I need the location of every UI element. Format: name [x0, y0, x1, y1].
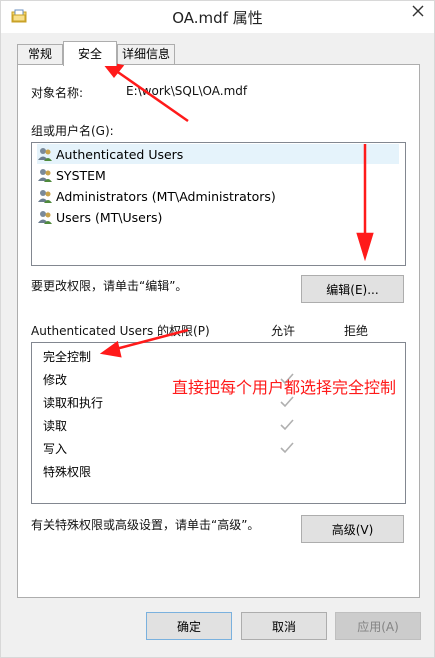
list-item[interactable]: Authenticated Users — [37, 144, 399, 164]
permission-row-modify: 修改 — [43, 373, 68, 387]
apply-button[interactable]: 应用(A) — [335, 612, 421, 640]
annotation-text: 直接把每个用户都选择完全控制 — [172, 378, 397, 397]
permissions-list: 完全控制 修改 读取和执行 读取 写入 特殊权限 — [31, 342, 406, 504]
permissions-header: Authenticated Users 的权限(P) — [31, 324, 210, 338]
deny-column-header: 拒绝 — [344, 324, 369, 338]
change-permissions-hint: 要更改权限，请单击“编辑”。 — [31, 279, 188, 293]
user-group-icon — [38, 148, 52, 161]
tab-details[interactable]: 详细信息 — [117, 44, 175, 65]
checkmark-icon — [280, 419, 294, 431]
properties-window: OA.mdf 属性 常规 安全 详细信息 对象名称: E:\work\SQL\O… — [0, 0, 435, 658]
list-item[interactable]: Users (MT\Users) — [37, 207, 162, 227]
list-item-label: Administrators (MT\Administrators) — [56, 188, 276, 204]
advanced-hint: 有关特殊权限或高级设置，请单击“高级”。 — [31, 518, 260, 532]
permission-row-read: 读取 — [43, 419, 68, 433]
window-title: OA.mdf 属性 — [172, 9, 263, 27]
list-item[interactable]: Administrators (MT\Administrators) — [37, 186, 276, 206]
permission-row-full-control: 完全控制 — [43, 350, 92, 364]
edit-button[interactable]: 编辑(E)... — [301, 275, 404, 303]
object-name-value: E:\work\SQL\OA.mdf — [126, 84, 248, 98]
user-group-icon — [38, 169, 52, 182]
permission-row-read-execute: 读取和执行 — [43, 396, 104, 410]
title-bar: OA.mdf 属性 — [1, 1, 434, 33]
ok-button[interactable]: 确定 — [146, 612, 232, 640]
permission-row-write: 写入 — [43, 442, 68, 456]
list-item-label: Authenticated Users — [56, 146, 184, 162]
object-name-label: 对象名称: — [31, 86, 84, 100]
checkmark-icon — [280, 442, 294, 454]
list-item-label: Users (MT\Users) — [56, 209, 163, 225]
close-button[interactable] — [402, 1, 434, 21]
tab-general[interactable]: 常规 — [17, 44, 63, 65]
user-group-icon — [38, 190, 52, 203]
cancel-button[interactable]: 取消 — [241, 612, 327, 640]
security-panel: 对象名称: E:\work\SQL\OA.mdf 组或用户名(G): Authe… — [17, 64, 420, 598]
advanced-button[interactable]: 高级(V) — [301, 515, 404, 543]
user-group-icon — [38, 211, 52, 224]
permission-row-special: 特殊权限 — [43, 465, 92, 479]
tab-security[interactable]: 安全 — [63, 41, 117, 66]
close-icon — [412, 5, 424, 17]
allow-column-header: 允许 — [271, 324, 296, 338]
groups-label: 组或用户名(G): — [31, 124, 114, 138]
list-item-label: SYSTEM — [56, 167, 106, 183]
list-item[interactable]: SYSTEM — [37, 165, 106, 185]
groups-list[interactable]: Authenticated Users SYSTEM Administrator… — [31, 142, 406, 266]
